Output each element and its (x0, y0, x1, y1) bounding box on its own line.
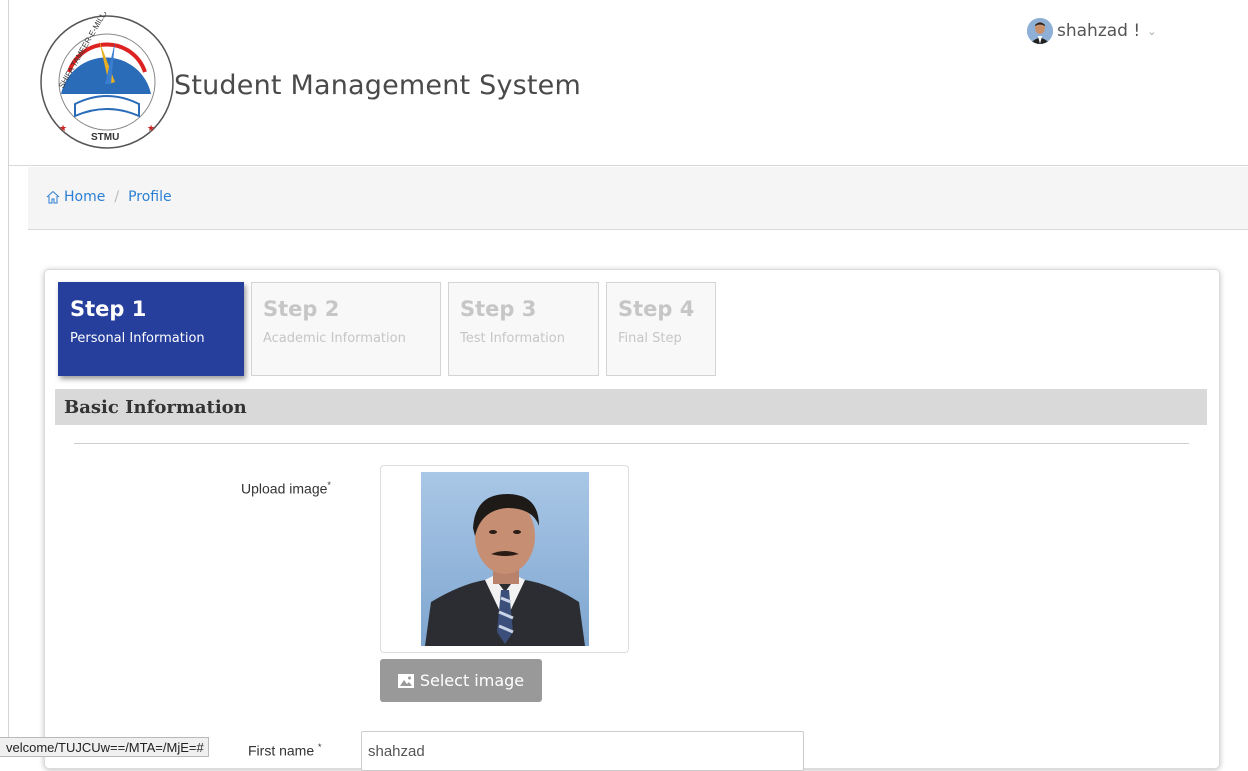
step-title: Step 3 (460, 297, 537, 321)
breadcrumb: Home / Profile (46, 189, 172, 205)
breadcrumb-profile-link[interactable]: Profile (128, 189, 172, 205)
first-name-label: First name * (248, 742, 322, 759)
required-mark: * (318, 742, 322, 752)
step-1-tab[interactable]: Step 1 Personal Information (58, 282, 244, 376)
step-title: Step 2 (263, 297, 340, 321)
svg-text:★: ★ (147, 123, 155, 133)
image-icon (397, 673, 414, 688)
breadcrumb-home-link[interactable]: Home (64, 189, 105, 205)
user-menu[interactable]: shahzad ! ⌄ (1027, 18, 1156, 44)
section-title: Basic Information (55, 389, 1207, 425)
step-subtitle: Test Information (460, 331, 565, 346)
step-title: Step 1 (70, 297, 147, 321)
section-divider (74, 443, 1189, 444)
select-image-button[interactable]: Select image (380, 659, 542, 702)
user-name: shahzad ! (1057, 21, 1141, 41)
app-header: ★ ★ STMU SHIFA TAMEER-E-MILLAT Student M… (9, 0, 1248, 166)
step-title: Step 4 (618, 297, 695, 321)
upload-image-label-text: Upload image (241, 480, 328, 497)
svg-text:STMU: STMU (91, 132, 119, 143)
step-subtitle: Final Step (618, 331, 682, 346)
first-name-input[interactable] (361, 731, 804, 771)
profile-photo-frame (380, 465, 629, 653)
profile-photo (421, 472, 589, 646)
breadcrumb-separator: / (114, 189, 120, 205)
chevron-down-icon: ⌄ (1147, 25, 1157, 38)
university-logo: ★ ★ STMU SHIFA TAMEER-E-MILLAT (40, 12, 174, 149)
wizard-steps: Step 1 Personal Information Step 2 Acade… (58, 282, 716, 376)
user-avatar (1027, 18, 1053, 44)
step-3-tab[interactable]: Step 3 Test Information (448, 282, 599, 376)
first-name-label-text: First name (248, 742, 315, 759)
step-2-tab[interactable]: Step 2 Academic Information (251, 282, 441, 376)
app-title: Student Management System (174, 70, 581, 101)
wizard-panel: Step 1 Personal Information Step 2 Acade… (44, 269, 1220, 771)
step-subtitle: Academic Information (263, 331, 406, 346)
svg-text:★: ★ (59, 123, 67, 133)
step-4-tab[interactable]: Step 4 Final Step (606, 282, 716, 376)
breadcrumb-bar: Home / Profile (28, 167, 1248, 230)
select-image-label: Select image (419, 671, 525, 690)
status-bar-url: velcome/TUJCUw==/MTA=/MjE=# (0, 737, 209, 757)
step-subtitle: Personal Information (70, 331, 205, 346)
required-mark: * (327, 480, 331, 490)
home-icon[interactable] (46, 190, 60, 204)
upload-image-label: Upload image* (241, 480, 331, 497)
